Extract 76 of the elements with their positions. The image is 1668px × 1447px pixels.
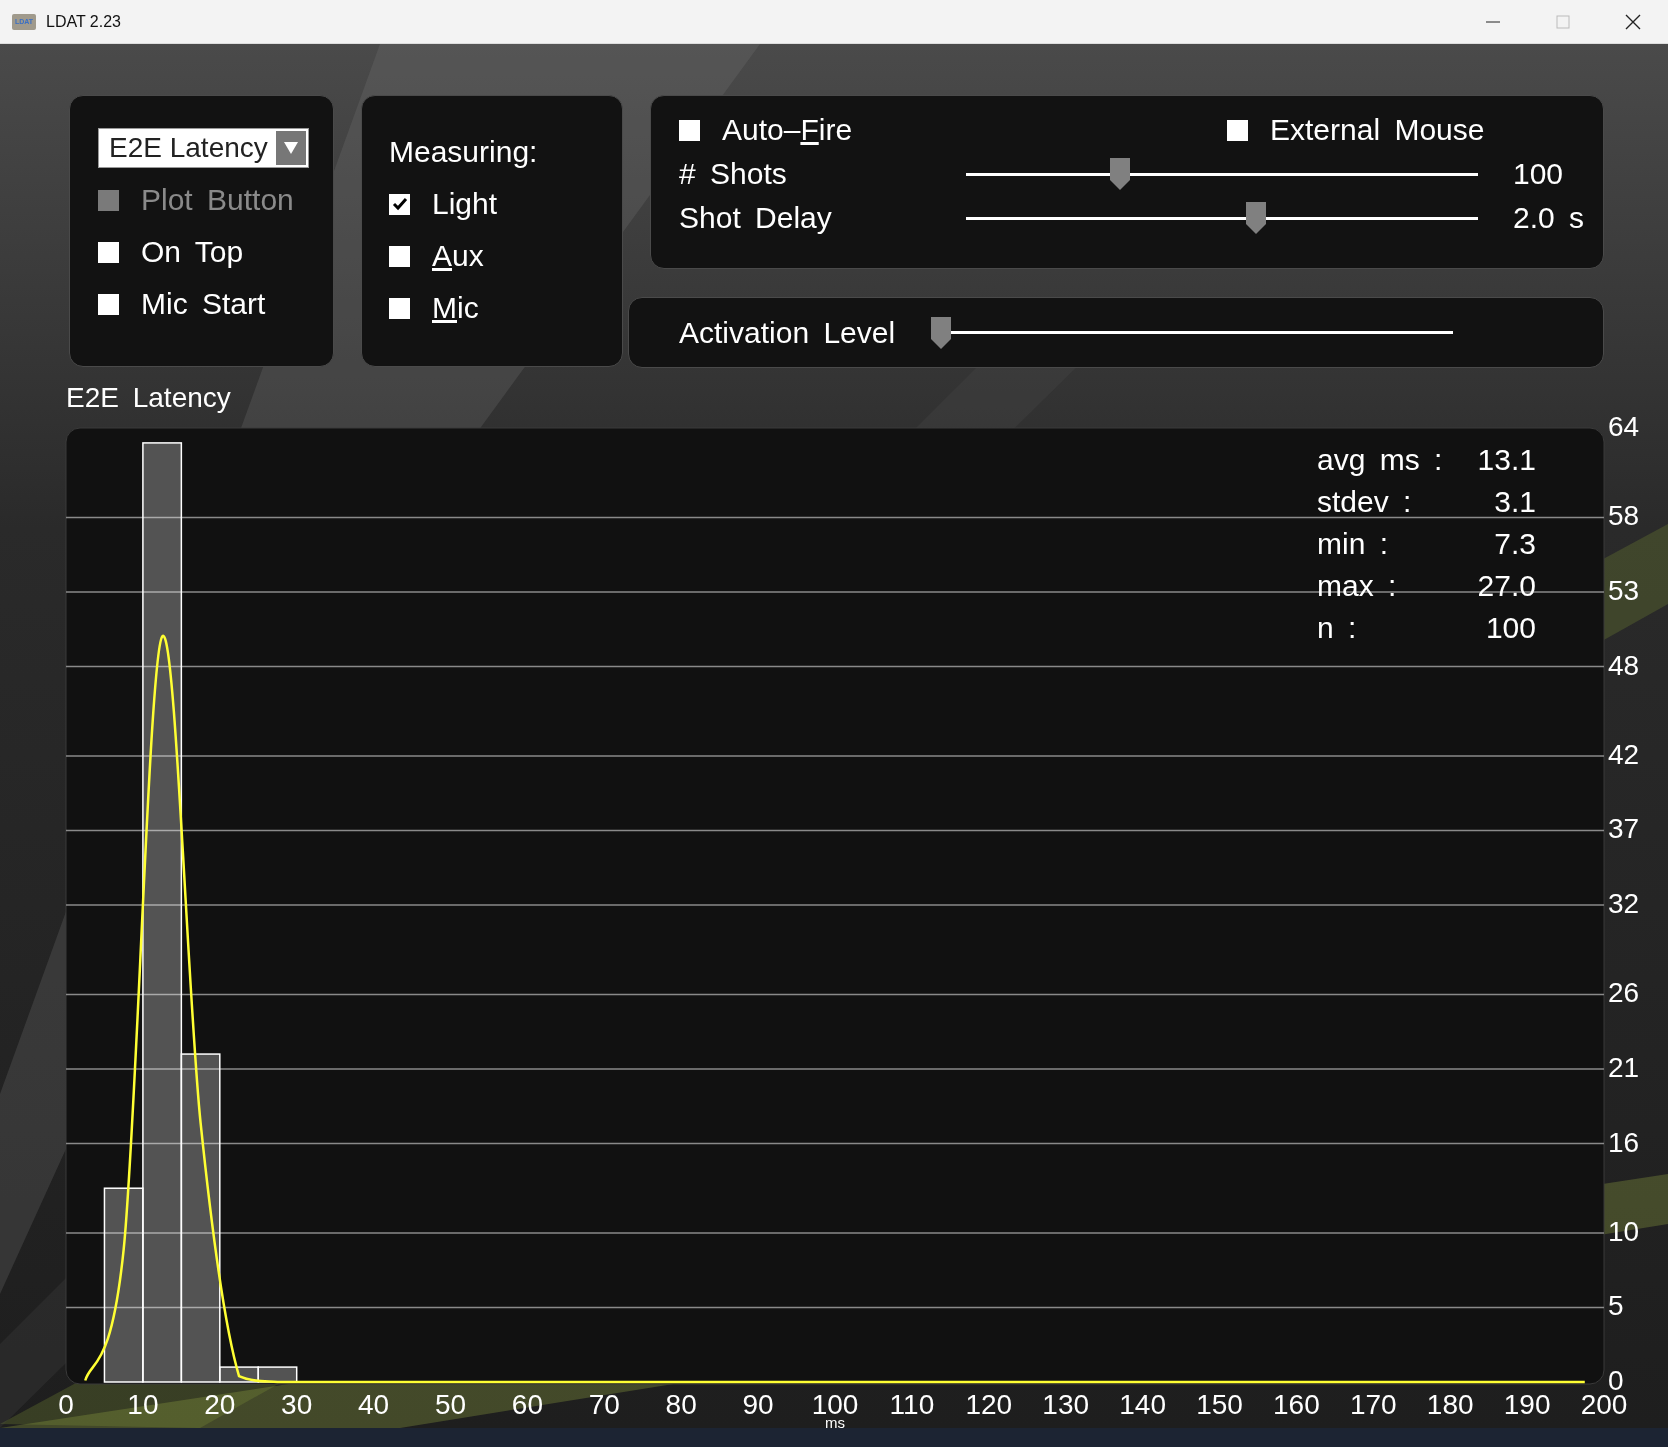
checkbox-label: Light bbox=[432, 186, 498, 222]
stat-label: avg ms : bbox=[1317, 443, 1443, 476]
x-axis-label: 50 bbox=[434, 1389, 467, 1420]
checkbox[interactable] bbox=[1227, 119, 1248, 141]
x-axis-label: 60 bbox=[511, 1389, 543, 1420]
stat-value: 3.1 bbox=[1494, 485, 1536, 518]
y-axis-label: 48 bbox=[1608, 649, 1640, 681]
minimize-icon bbox=[1486, 20, 1500, 23]
slider-thumb[interactable] bbox=[1246, 202, 1267, 234]
stat-value: 13.1 bbox=[1477, 443, 1536, 476]
slider-label: Shot Delay bbox=[679, 200, 833, 236]
stat-label: stdev : bbox=[1317, 485, 1412, 518]
checkbox[interactable] bbox=[98, 241, 119, 263]
checkbox[interactable] bbox=[389, 297, 410, 319]
slider-value: 2.0 s bbox=[1513, 200, 1586, 236]
stat-label: n : bbox=[1317, 611, 1357, 644]
window-title: LDAT 2.23 bbox=[46, 12, 122, 31]
checkbox-label: Aux bbox=[432, 238, 484, 274]
x-axis-label: 110 bbox=[889, 1389, 935, 1420]
checkbox-label: External Mouse bbox=[1270, 112, 1485, 148]
checkbox[interactable] bbox=[98, 293, 119, 315]
checkbox-label: On Top bbox=[141, 234, 244, 270]
histogram-bar bbox=[257, 1366, 298, 1383]
x-axis-label: 0 bbox=[58, 1389, 74, 1420]
mode-dropdown[interactable]: E2E Latency bbox=[98, 128, 309, 168]
x-axis-label: 150 bbox=[1196, 1389, 1243, 1420]
chart-title: E2E Latency bbox=[66, 382, 231, 414]
slider-thumb[interactable] bbox=[1109, 158, 1130, 190]
x-axis-label: 130 bbox=[1042, 1389, 1090, 1420]
stat-value: 7.3 bbox=[1494, 527, 1536, 560]
slider-thumb[interactable] bbox=[931, 316, 951, 349]
x-axis-label: 180 bbox=[1426, 1389, 1474, 1420]
y-axis-label: 32 bbox=[1608, 888, 1640, 919]
x-axis-label: 40 bbox=[358, 1389, 390, 1420]
x-axis-label: 30 bbox=[281, 1389, 313, 1420]
x-axis-label: 170 bbox=[1349, 1389, 1397, 1420]
checkbox-label: Mic Start bbox=[141, 286, 266, 322]
slider-label: Activation Level bbox=[679, 314, 897, 351]
maximize-icon bbox=[1556, 14, 1570, 29]
y-axis-label: 64 bbox=[1608, 414, 1640, 442]
slider-value: 100 bbox=[1513, 156, 1565, 192]
stat-value: 27.0 bbox=[1477, 569, 1536, 602]
y-axis-label: 26 bbox=[1608, 977, 1640, 1009]
checkbox-label: Plot Button bbox=[141, 182, 294, 218]
stat-label: min : bbox=[1317, 527, 1388, 560]
slider-label: # Shots bbox=[679, 156, 788, 192]
y-axis-label: 5 bbox=[1608, 1290, 1624, 1322]
y-axis-label: 37 bbox=[1608, 813, 1640, 845]
x-axis-label: 160 bbox=[1273, 1389, 1320, 1420]
checkbox[interactable] bbox=[679, 119, 700, 141]
stat-value: 100 bbox=[1485, 611, 1536, 644]
x-axis-label: 20 bbox=[204, 1389, 236, 1420]
y-axis-label: 53 bbox=[1608, 574, 1640, 606]
x-axis-label: 120 bbox=[965, 1389, 1013, 1420]
close-icon bbox=[1625, 13, 1641, 30]
dropdown-arrow-button[interactable] bbox=[276, 131, 306, 165]
x-axis-label: 140 bbox=[1119, 1389, 1166, 1420]
x-axis-label: 80 bbox=[665, 1389, 697, 1420]
checkbox[interactable] bbox=[389, 245, 410, 267]
y-axis-label: 42 bbox=[1608, 738, 1640, 770]
checkbox-label: Auto–Fire bbox=[722, 112, 853, 148]
y-axis-label: 10 bbox=[1608, 1215, 1640, 1247]
checkbox-label: Mic bbox=[432, 290, 479, 326]
x-axis-label: 90 bbox=[742, 1389, 774, 1420]
x-axis-label: 10 bbox=[127, 1389, 159, 1420]
y-axis-label: 16 bbox=[1608, 1126, 1640, 1158]
caret-icon bbox=[284, 142, 298, 154]
checkmark-icon bbox=[391, 196, 408, 212]
y-axis-label: 21 bbox=[1608, 1051, 1640, 1083]
stat-label: max : bbox=[1317, 569, 1397, 602]
dropdown-value: E2E Latency bbox=[109, 132, 268, 164]
x-axis-label: 70 bbox=[588, 1389, 620, 1420]
x-axis-label: 190 bbox=[1503, 1389, 1551, 1420]
y-axis-label: 58 bbox=[1608, 500, 1640, 532]
checkbox[interactable] bbox=[389, 193, 410, 215]
panel-title: Measuring: bbox=[389, 134, 539, 170]
